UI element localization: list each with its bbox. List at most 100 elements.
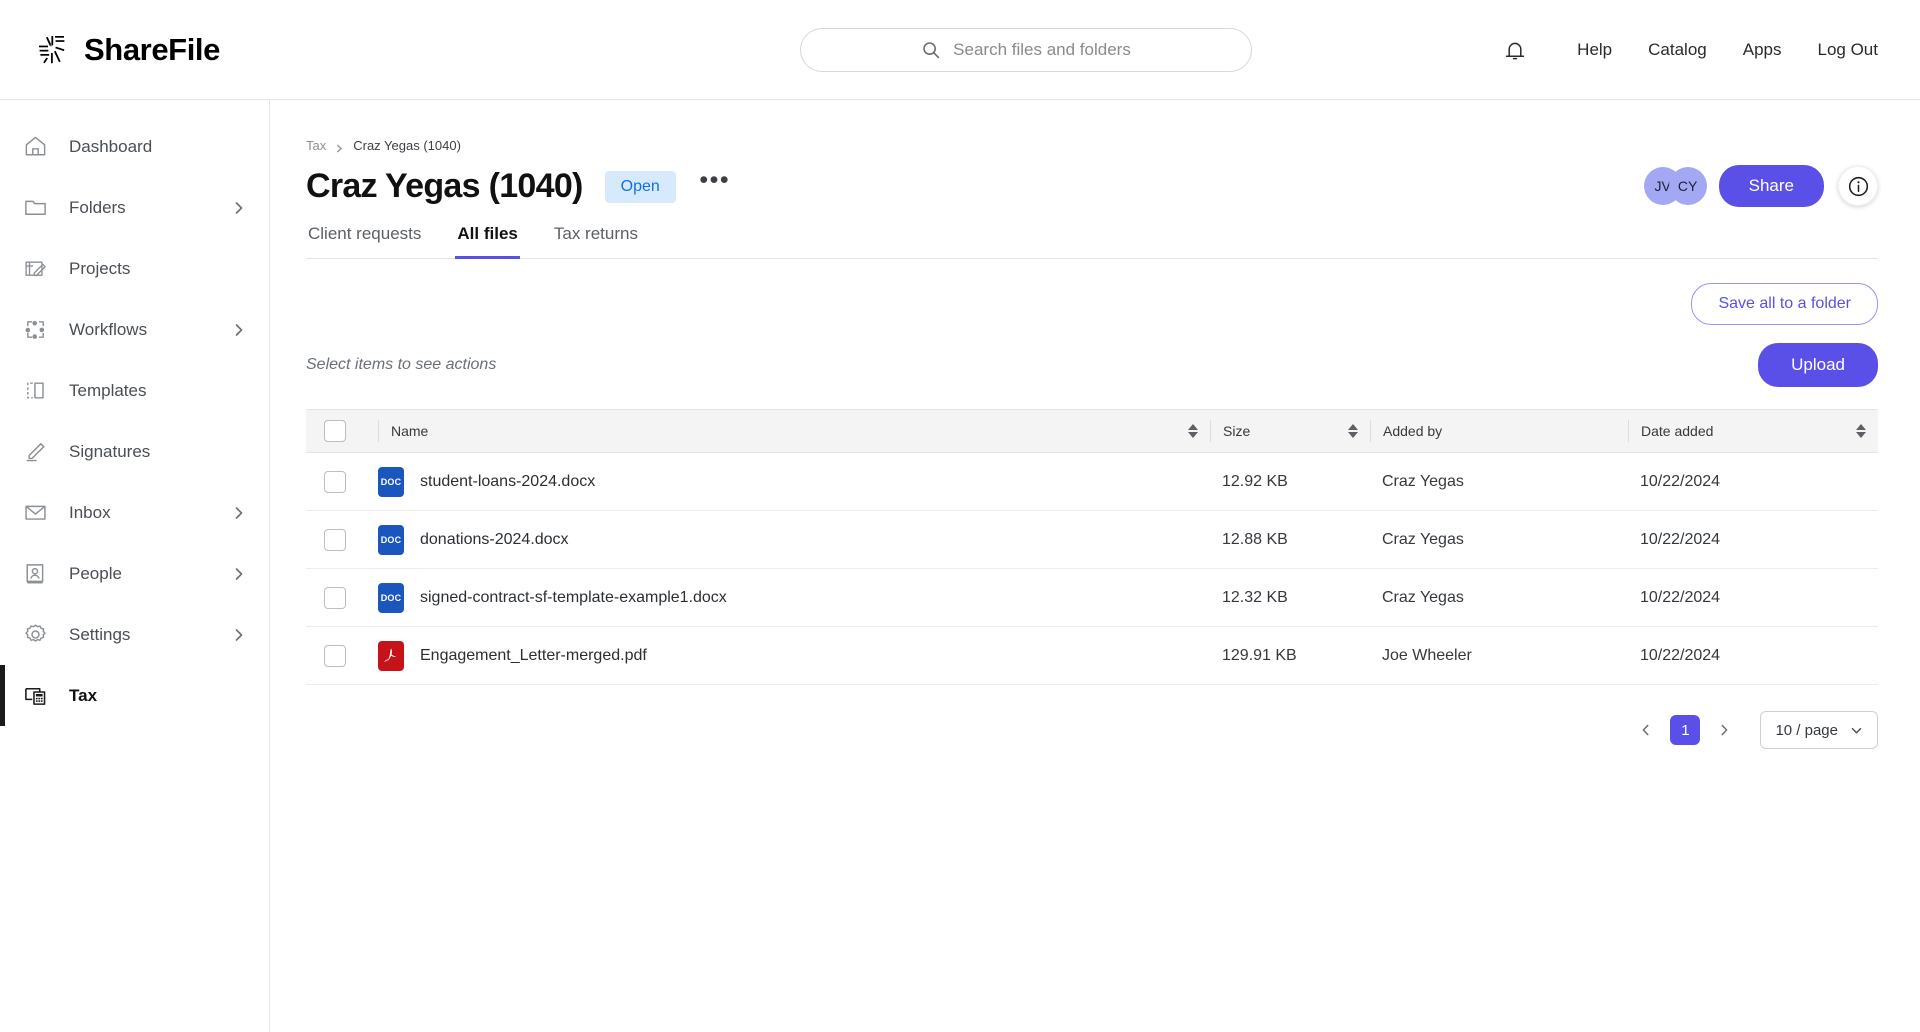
sidebar-item-folders[interactable]: Folders — [0, 177, 269, 238]
select-all-cell — [306, 420, 378, 442]
sidebar-item-workflows[interactable]: Workflows — [0, 299, 269, 360]
file-table: Name Size Added by Date added DOC studen… — [306, 409, 1878, 685]
file-size: 12.88 KB — [1222, 530, 1288, 548]
breadcrumb-item-tax[interactable]: Tax — [306, 138, 326, 153]
gear-icon — [22, 622, 48, 648]
share-button[interactable]: Share — [1718, 165, 1824, 207]
breadcrumb-item-current: Craz Yegas (1040) — [353, 138, 461, 153]
row-checkbox[interactable] — [324, 528, 346, 551]
file-date-added: 10/22/2024 — [1640, 472, 1721, 490]
sort-toggle-date[interactable] — [1854, 420, 1868, 442]
chevron-down-icon — [1850, 724, 1863, 737]
file-size: 12.32 KB — [1222, 588, 1288, 606]
sort-toggle-name[interactable] — [1186, 420, 1200, 442]
file-name-cell[interactable]: DOC donations-2024.docx — [378, 524, 1210, 555]
sidebar-item-dashboard[interactable]: Dashboard — [0, 116, 269, 177]
avatar[interactable]: CY — [1668, 167, 1707, 205]
sidebar-item-label: Templates — [69, 380, 147, 400]
upload-button[interactable]: Upload — [1758, 343, 1878, 387]
table-header-row: Name Size Added by Date added — [306, 409, 1878, 453]
search-input[interactable]: Search files and folders — [953, 40, 1131, 60]
table-row[interactable]: DOC signed-contract-sf-template-example1… — [306, 569, 1878, 627]
row-checkbox[interactable] — [324, 586, 346, 609]
pdf-file-icon — [378, 640, 404, 671]
row-checkbox[interactable] — [324, 644, 346, 667]
file-added-by: Joe Wheeler — [1382, 646, 1472, 664]
file-name-cell[interactable]: DOC signed-contract-sf-template-example1… — [378, 582, 1210, 613]
sidebar-item-templates[interactable]: Templates — [0, 360, 269, 421]
notification-bell-button[interactable] — [1493, 28, 1537, 72]
sidebar-item-label: Settings — [69, 624, 131, 644]
toolbar-secondary: Select items to see actions Upload — [306, 343, 1878, 387]
pagination: 1 10 / page — [306, 711, 1878, 749]
file-date-added: 10/22/2024 — [1640, 646, 1721, 664]
column-label: Size — [1223, 423, 1251, 439]
per-page-select[interactable]: 10 / page — [1760, 711, 1878, 749]
column-header-name[interactable]: Name — [378, 420, 1210, 442]
doc-file-icon: DOC — [378, 524, 404, 555]
person-card-icon — [22, 561, 48, 587]
tab-bar: Client requests All files Tax returns — [306, 224, 1878, 259]
sidebar: Dashboard Folders Projects Workflows Tem… — [0, 100, 270, 1032]
row-select-cell — [306, 470, 378, 493]
file-name[interactable]: student-loans-2024.docx — [420, 473, 595, 491]
sort-toggle-size[interactable] — [1346, 420, 1360, 442]
topnav-link-apps[interactable]: Apps — [1725, 40, 1800, 60]
topnav-link-catalog[interactable]: Catalog — [1630, 40, 1725, 60]
doc-file-icon: DOC — [378, 582, 404, 613]
sidebar-item-tax[interactable]: Tax — [0, 665, 269, 726]
info-button[interactable] — [1838, 166, 1878, 206]
brand-name: ShareFile — [84, 31, 220, 67]
sidebar-item-projects[interactable]: Projects — [0, 238, 269, 299]
tab-all-files[interactable]: All files — [455, 224, 520, 259]
file-name-cell[interactable]: DOC student-loans-2024.docx — [378, 466, 1210, 497]
breadcrumb: Tax Craz Yegas (1040) — [306, 138, 1878, 153]
brand-logo[interactable]: ShareFile — [34, 32, 274, 68]
previous-page-button[interactable] — [1631, 715, 1661, 745]
tab-client-requests[interactable]: Client requests — [306, 224, 423, 259]
table-row[interactable]: DOC student-loans-2024.docx 12.92 KB Cra… — [306, 453, 1878, 511]
sidebar-item-label: People — [69, 563, 122, 583]
search-bar[interactable]: Search files and folders — [800, 28, 1252, 72]
file-name[interactable]: donations-2024.docx — [420, 531, 569, 549]
sidebar-item-signatures[interactable]: Signatures — [0, 421, 269, 482]
row-select-cell — [306, 586, 378, 609]
file-added-by: Craz Yegas — [1382, 530, 1464, 548]
tax-calculator-icon — [22, 683, 48, 709]
table-row[interactable]: DOC donations-2024.docx 12.88 KB Craz Ye… — [306, 511, 1878, 569]
chevron-right-icon — [231, 627, 247, 643]
next-page-button[interactable] — [1709, 715, 1739, 745]
file-size: 129.91 KB — [1222, 646, 1297, 664]
save-all-to-folder-button[interactable]: Save all to a folder — [1691, 283, 1878, 325]
topnav-link-help[interactable]: Help — [1559, 40, 1630, 60]
projects-icon — [22, 256, 48, 282]
sidebar-item-settings[interactable]: Settings — [0, 604, 269, 665]
tab-tax-returns[interactable]: Tax returns — [552, 224, 640, 259]
file-size: 12.92 KB — [1222, 472, 1288, 490]
column-header-size[interactable]: Size — [1210, 420, 1370, 442]
row-select-cell — [306, 528, 378, 551]
sidebar-item-people[interactable]: People — [0, 543, 269, 604]
column-header-date-added[interactable]: Date added — [1628, 420, 1878, 442]
top-bar: ShareFile Search files and folders Help … — [0, 0, 1920, 100]
info-circle-icon — [1847, 175, 1870, 198]
file-added-by: Craz Yegas — [1382, 472, 1464, 490]
status-badge[interactable]: Open — [604, 170, 676, 203]
file-name-cell[interactable]: Engagement_Letter-merged.pdf — [378, 640, 1210, 671]
table-row[interactable]: Engagement_Letter-merged.pdf 129.91 KB J… — [306, 627, 1878, 685]
topnav-link-log-out[interactable]: Log Out — [1800, 40, 1879, 60]
column-header-added-by[interactable]: Added by — [1370, 420, 1628, 442]
avatar-group: JV CY — [1643, 167, 1707, 205]
select-all-checkbox[interactable] — [324, 420, 346, 442]
file-name[interactable]: signed-contract-sf-template-example1.doc… — [420, 589, 727, 607]
sidebar-item-inbox[interactable]: Inbox — [0, 482, 269, 543]
file-name[interactable]: Engagement_Letter-merged.pdf — [420, 647, 647, 665]
page-number-1[interactable]: 1 — [1670, 715, 1701, 745]
row-checkbox[interactable] — [324, 470, 346, 493]
toolbar-primary: Save all to a folder — [306, 283, 1878, 325]
envelope-icon — [22, 500, 48, 526]
main-content: Tax Craz Yegas (1040) Craz Yegas (1040) … — [270, 100, 1920, 1032]
chevron-right-icon — [231, 566, 247, 582]
more-options-button[interactable]: ••• — [698, 168, 732, 204]
notification-bell-icon — [1503, 38, 1527, 62]
